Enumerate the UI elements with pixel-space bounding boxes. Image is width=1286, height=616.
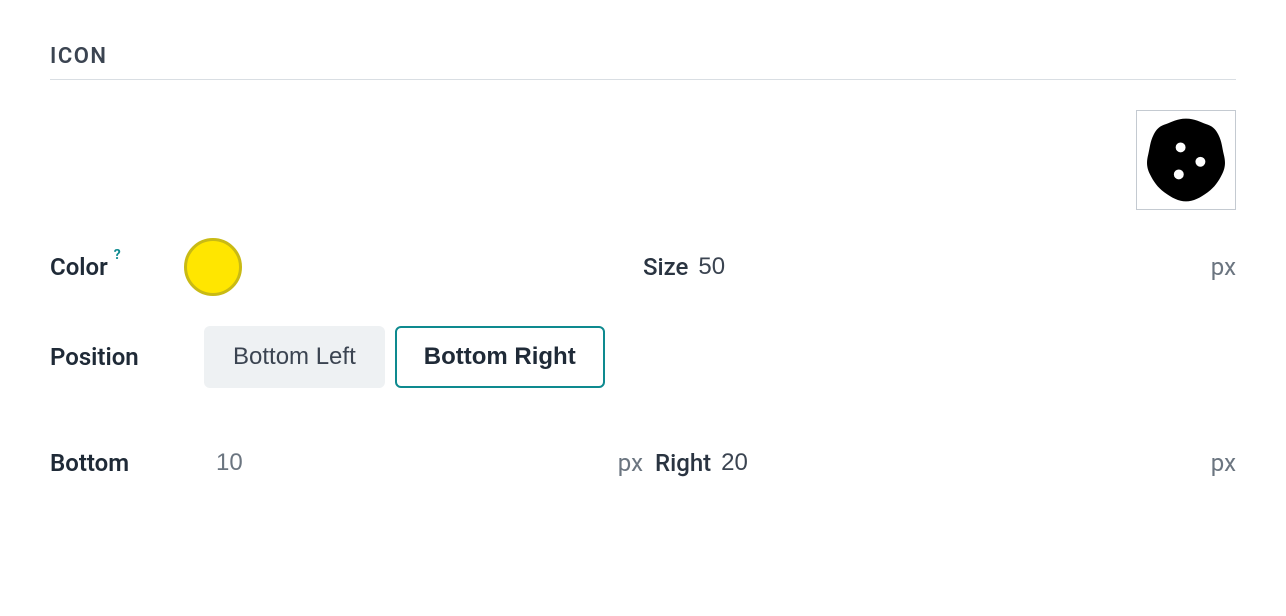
size-input[interactable] [696, 252, 1202, 282]
color-help-icon[interactable]: ? [114, 247, 121, 263]
offset-row: Bottom px Right px [50, 448, 1236, 478]
bottom-offset-unit: px [618, 449, 643, 477]
color-swatch[interactable] [184, 238, 242, 296]
size-label: Size [643, 253, 688, 281]
position-label: Position [50, 343, 190, 371]
color-label-text: Color [50, 253, 108, 281]
bottom-offset-label: Bottom [50, 449, 190, 477]
position-row: Position Bottom Left Bottom Right [50, 326, 1236, 388]
size-unit: px [1211, 253, 1236, 281]
right-offset-unit: px [1211, 449, 1236, 477]
cookie-icon [1141, 115, 1231, 205]
color-field: Color ? [50, 238, 643, 296]
position-label-text: Position [50, 343, 139, 371]
position-bottom-right-button[interactable]: Bottom Right [395, 326, 605, 388]
bottom-offset-input[interactable] [214, 448, 610, 478]
position-bottom-left-button[interactable]: Bottom Left [204, 326, 385, 388]
color-size-row: Color ? Size px [50, 238, 1236, 296]
section-divider [50, 79, 1236, 80]
icon-preview-box[interactable] [1136, 110, 1236, 210]
right-offset-input[interactable] [719, 448, 1203, 478]
icon-settings-panel: ICON Color ? Size px Posit [0, 0, 1286, 478]
size-field: Size px [643, 252, 1236, 282]
right-offset-field: Right px [643, 448, 1236, 478]
position-button-group: Bottom Left Bottom Right [204, 326, 605, 388]
section-title: ICON [50, 44, 1236, 69]
bottom-offset-label-text: Bottom [50, 449, 129, 477]
right-offset-label: Right [655, 449, 711, 477]
icon-preview-row [50, 110, 1236, 210]
color-label: Color ? [50, 253, 170, 281]
bottom-offset-field: Bottom px [50, 448, 643, 478]
